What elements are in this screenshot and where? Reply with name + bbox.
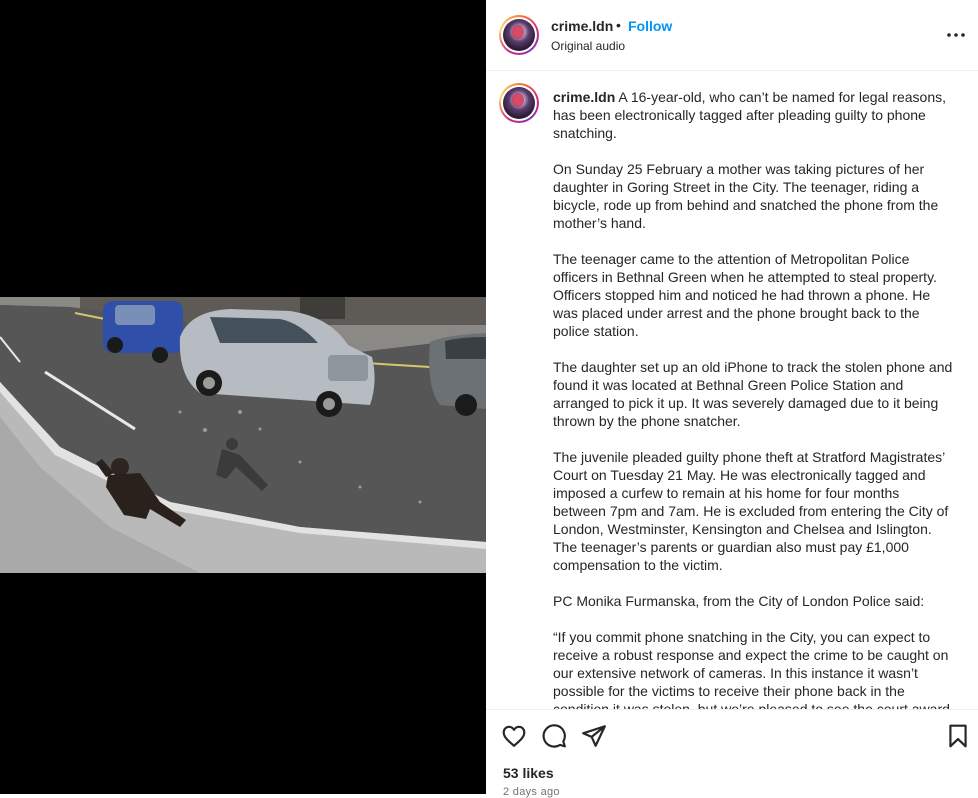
instagram-post: crime.ldn • Follow Original audio crime.… (0, 0, 978, 798)
post-timestamp[interactable]: 2 days ago (503, 786, 560, 798)
cctv-video[interactable] (0, 297, 486, 573)
caption-paragraph: The teenager came to the attention of Me… (553, 251, 937, 339)
caption-paragraph: crime.ldn A 16-year-old, who can’t be na… (553, 88, 955, 142)
avatar-ring (501, 85, 537, 121)
comment-icon[interactable] (541, 723, 567, 749)
avatar-ring (501, 17, 537, 53)
caption-paragraph: PC Monika Furmanska, from the City of Lo… (553, 593, 925, 609)
caption-text: crime.ldn A 16-year-old, who can’t be na… (553, 88, 955, 709)
post-header: crime.ldn • Follow Original audio (486, 0, 978, 71)
likes-count[interactable]: 53 likes (503, 765, 554, 781)
avatar-image (503, 87, 535, 119)
action-bar: 53 likes 2 days ago (486, 709, 978, 798)
separator-dot: • (616, 17, 621, 33)
caption-paragraph: On Sunday 25 February a mother was takin… (553, 161, 939, 231)
more-options-icon[interactable] (944, 27, 968, 43)
caption-avatar[interactable] (499, 83, 539, 123)
caption-paragraph: The daughter set up an old iPhone to tra… (553, 359, 953, 429)
bookmark-icon[interactable] (945, 723, 971, 749)
share-icon[interactable] (581, 723, 607, 749)
caption-username-link[interactable]: crime.ldn (553, 89, 615, 105)
caption-area: crime.ldn A 16-year-old, who can’t be na… (486, 71, 978, 709)
username-link[interactable]: crime.ldn (551, 18, 613, 34)
media-pane (0, 0, 486, 794)
audio-link[interactable]: Original audio (551, 39, 625, 53)
cctv-video-still (0, 297, 486, 573)
avatar[interactable] (499, 15, 539, 55)
follow-button[interactable]: Follow (628, 18, 672, 34)
post-info-pane: crime.ldn • Follow Original audio crime.… (486, 0, 978, 798)
avatar-image (503, 19, 535, 51)
caption-paragraph: “If you commit phone snatching in the Ci… (553, 629, 950, 709)
heart-icon[interactable] (501, 723, 527, 749)
caption-paragraph: The juvenile pleaded guilty phone theft … (553, 449, 949, 573)
